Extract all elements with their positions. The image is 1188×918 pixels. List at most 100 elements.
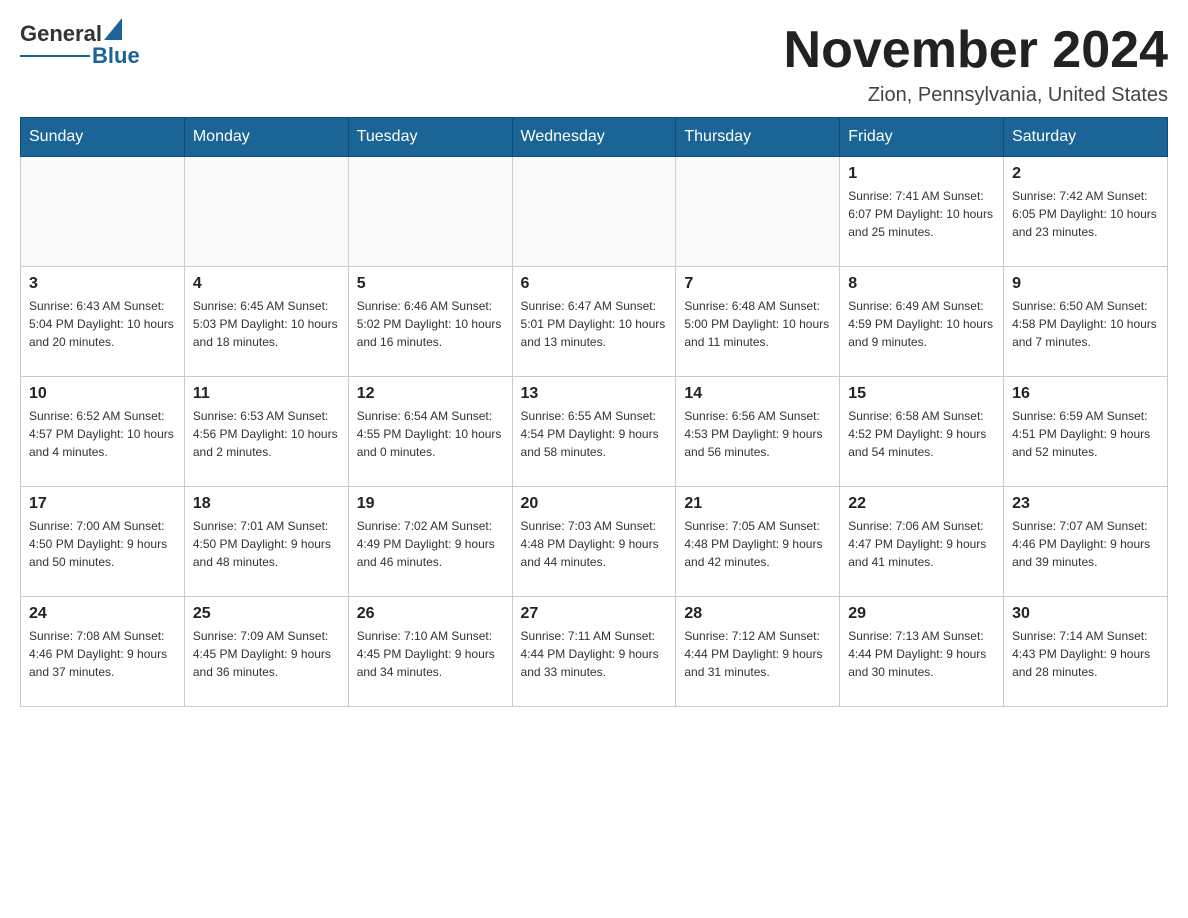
week-row-3: 10 Sunrise: 6:52 AM Sunset: 4:57 PM Dayli… — [21, 377, 1168, 487]
day-number: 13 — [521, 385, 668, 403]
day-number: 7 — [684, 275, 831, 293]
day-info: Sunrise: 7:03 AM Sunset: 4:48 PM Dayligh… — [521, 517, 668, 571]
week-row-2: 3Sunrise: 6:43 AM Sunset: 5:04 PM Daylig… — [21, 267, 1168, 377]
day-info: Sunrise: 7:01 AM Sunset: 4:50 PM Dayligh… — [193, 517, 340, 571]
calendar-cell: 24 Sunrise: 7:08 AM Sunset: 4:46 PM Dayli… — [21, 597, 185, 707]
day-info: Sunrise: 7:08 AM Sunset: 4:46 PM Dayligh… — [29, 627, 176, 681]
day-number: 14 — [684, 385, 831, 403]
calendar-cell — [512, 157, 676, 267]
col-header-thursday: Thursday — [676, 118, 840, 157]
week-row-1: 1 Sunrise: 7:41 AM Sunset: 6:07 PM Daylig… — [21, 157, 1168, 267]
day-info: Sunrise: 7:07 AM Sunset: 4:46 PM Dayligh… — [1012, 517, 1159, 571]
week-row-4: 17 Sunrise: 7:00 AM Sunset: 4:50 PM Dayli… — [21, 487, 1168, 597]
day-number: 25 — [193, 605, 340, 623]
day-number: 4 — [193, 275, 340, 293]
day-number: 5 — [357, 275, 504, 293]
day-number: 23 — [1012, 495, 1159, 513]
calendar-cell: 17 Sunrise: 7:00 AM Sunset: 4:50 PM Dayli… — [21, 487, 185, 597]
calendar-cell: 21 Sunrise: 7:05 AM Sunset: 4:48 PM Dayli… — [676, 487, 840, 597]
day-info: Sunrise: 6:50 AM Sunset: 4:58 PM Dayligh… — [1012, 297, 1159, 351]
day-info: Sunrise: 6:54 AM Sunset: 4:55 PM Dayligh… — [357, 407, 504, 461]
calendar-cell: 15 Sunrise: 6:58 AM Sunset: 4:52 PM Dayli… — [840, 377, 1004, 487]
day-number: 8 — [848, 275, 995, 293]
day-info: Sunrise: 6:49 AM Sunset: 4:59 PM Dayligh… — [848, 297, 995, 351]
logo-blue-text: Blue — [92, 43, 140, 69]
col-header-sunday: Sunday — [21, 118, 185, 157]
calendar-cell: 8 Sunrise: 6:49 AM Sunset: 4:59 PM Daylig… — [840, 267, 1004, 377]
day-info: Sunrise: 7:14 AM Sunset: 4:43 PM Dayligh… — [1012, 627, 1159, 681]
day-number: 9 — [1012, 275, 1159, 293]
calendar-cell: 23 Sunrise: 7:07 AM Sunset: 4:46 PM Dayli… — [1004, 487, 1168, 597]
day-info: Sunrise: 7:13 AM Sunset: 4:44 PM Dayligh… — [848, 627, 995, 681]
day-number: 17 — [29, 495, 176, 513]
logo-triangle-icon — [104, 18, 122, 40]
day-number: 10 — [29, 385, 176, 403]
day-number: 19 — [357, 495, 504, 513]
title-section: November 2024 Zion, Pennsylvania, United… — [784, 20, 1168, 107]
day-info: Sunrise: 6:53 AM Sunset: 4:56 PM Dayligh… — [193, 407, 340, 461]
day-number: 12 — [357, 385, 504, 403]
day-number: 29 — [848, 605, 995, 623]
day-info: Sunrise: 7:00 AM Sunset: 4:50 PM Dayligh… — [29, 517, 176, 571]
calendar-cell: 19 Sunrise: 7:02 AM Sunset: 4:49 PM Dayli… — [348, 487, 512, 597]
day-info: Sunrise: 6:58 AM Sunset: 4:52 PM Dayligh… — [848, 407, 995, 461]
calendar-cell: 13 Sunrise: 6:55 AM Sunset: 4:54 PM Dayli… — [512, 377, 676, 487]
day-number: 18 — [193, 495, 340, 513]
calendar-cell: 1 Sunrise: 7:41 AM Sunset: 6:07 PM Daylig… — [840, 157, 1004, 267]
day-info: Sunrise: 7:12 AM Sunset: 4:44 PM Dayligh… — [684, 627, 831, 681]
location-text: Zion, Pennsylvania, United States — [784, 84, 1168, 107]
calendar-cell — [21, 157, 185, 267]
day-info: Sunrise: 6:59 AM Sunset: 4:51 PM Dayligh… — [1012, 407, 1159, 461]
day-info: Sunrise: 7:41 AM Sunset: 6:07 PM Dayligh… — [848, 187, 995, 241]
day-number: 24 — [29, 605, 176, 623]
calendar-cell: 26Sunrise: 7:10 AM Sunset: 4:45 PM Dayli… — [348, 597, 512, 707]
calendar-cell: 12 Sunrise: 6:54 AM Sunset: 4:55 PM Dayli… — [348, 377, 512, 487]
day-info: Sunrise: 6:56 AM Sunset: 4:53 PM Dayligh… — [684, 407, 831, 461]
col-header-tuesday: Tuesday — [348, 118, 512, 157]
day-info: Sunrise: 6:55 AM Sunset: 4:54 PM Dayligh… — [521, 407, 668, 461]
day-info: Sunrise: 6:48 AM Sunset: 5:00 PM Dayligh… — [684, 297, 831, 351]
day-number: 15 — [848, 385, 995, 403]
calendar-cell: 22Sunrise: 7:06 AM Sunset: 4:47 PM Dayli… — [840, 487, 1004, 597]
day-number: 16 — [1012, 385, 1159, 403]
col-header-monday: Monday — [184, 118, 348, 157]
day-number: 6 — [521, 275, 668, 293]
calendar-cell: 6 Sunrise: 6:47 AM Sunset: 5:01 PM Daylig… — [512, 267, 676, 377]
calendar-cell: 7 Sunrise: 6:48 AM Sunset: 5:00 PM Daylig… — [676, 267, 840, 377]
day-info: Sunrise: 7:11 AM Sunset: 4:44 PM Dayligh… — [521, 627, 668, 681]
calendar-cell: 2 Sunrise: 7:42 AM Sunset: 6:05 PM Daylig… — [1004, 157, 1168, 267]
calendar-cell: 10 Sunrise: 6:52 AM Sunset: 4:57 PM Dayli… — [21, 377, 185, 487]
logo-divider — [20, 55, 90, 57]
calendar-cell: 25Sunrise: 7:09 AM Sunset: 4:45 PM Dayli… — [184, 597, 348, 707]
day-number: 27 — [521, 605, 668, 623]
day-number: 22 — [848, 495, 995, 513]
day-number: 3 — [29, 275, 176, 293]
calendar-cell: 5Sunrise: 6:46 AM Sunset: 5:02 PM Daylig… — [348, 267, 512, 377]
month-title: November 2024 — [784, 20, 1168, 80]
calendar-cell: 9 Sunrise: 6:50 AM Sunset: 4:58 PM Daylig… — [1004, 267, 1168, 377]
col-header-wednesday: Wednesday — [512, 118, 676, 157]
calendar-cell: 14 Sunrise: 6:56 AM Sunset: 4:53 PM Dayli… — [676, 377, 840, 487]
day-info: Sunrise: 7:10 AM Sunset: 4:45 PM Dayligh… — [357, 627, 504, 681]
calendar-table: SundayMondayTuesdayWednesdayThursdayFrid… — [20, 117, 1168, 707]
calendar-cell: 18 Sunrise: 7:01 AM Sunset: 4:50 PM Dayli… — [184, 487, 348, 597]
calendar-cell: 16 Sunrise: 6:59 AM Sunset: 4:51 PM Dayli… — [1004, 377, 1168, 487]
col-header-saturday: Saturday — [1004, 118, 1168, 157]
day-info: Sunrise: 6:52 AM Sunset: 4:57 PM Dayligh… — [29, 407, 176, 461]
day-info: Sunrise: 7:42 AM Sunset: 6:05 PM Dayligh… — [1012, 187, 1159, 241]
day-number: 2 — [1012, 165, 1159, 183]
calendar-cell: 4 Sunrise: 6:45 AM Sunset: 5:03 PM Daylig… — [184, 267, 348, 377]
day-number: 1 — [848, 165, 995, 183]
day-info: Sunrise: 7:02 AM Sunset: 4:49 PM Dayligh… — [357, 517, 504, 571]
calendar-cell: 29 Sunrise: 7:13 AM Sunset: 4:44 PM Dayli… — [840, 597, 1004, 707]
calendar-cell — [676, 157, 840, 267]
calendar-cell: 11Sunrise: 6:53 AM Sunset: 4:56 PM Dayli… — [184, 377, 348, 487]
day-number: 21 — [684, 495, 831, 513]
day-info: Sunrise: 6:47 AM Sunset: 5:01 PM Dayligh… — [521, 297, 668, 351]
day-info: Sunrise: 6:45 AM Sunset: 5:03 PM Dayligh… — [193, 297, 340, 351]
day-info: Sunrise: 7:05 AM Sunset: 4:48 PM Dayligh… — [684, 517, 831, 571]
calendar-cell — [348, 157, 512, 267]
day-number: 20 — [521, 495, 668, 513]
logo: General Blue — [20, 20, 140, 69]
calendar-cell: 20 Sunrise: 7:03 AM Sunset: 4:48 PM Dayli… — [512, 487, 676, 597]
